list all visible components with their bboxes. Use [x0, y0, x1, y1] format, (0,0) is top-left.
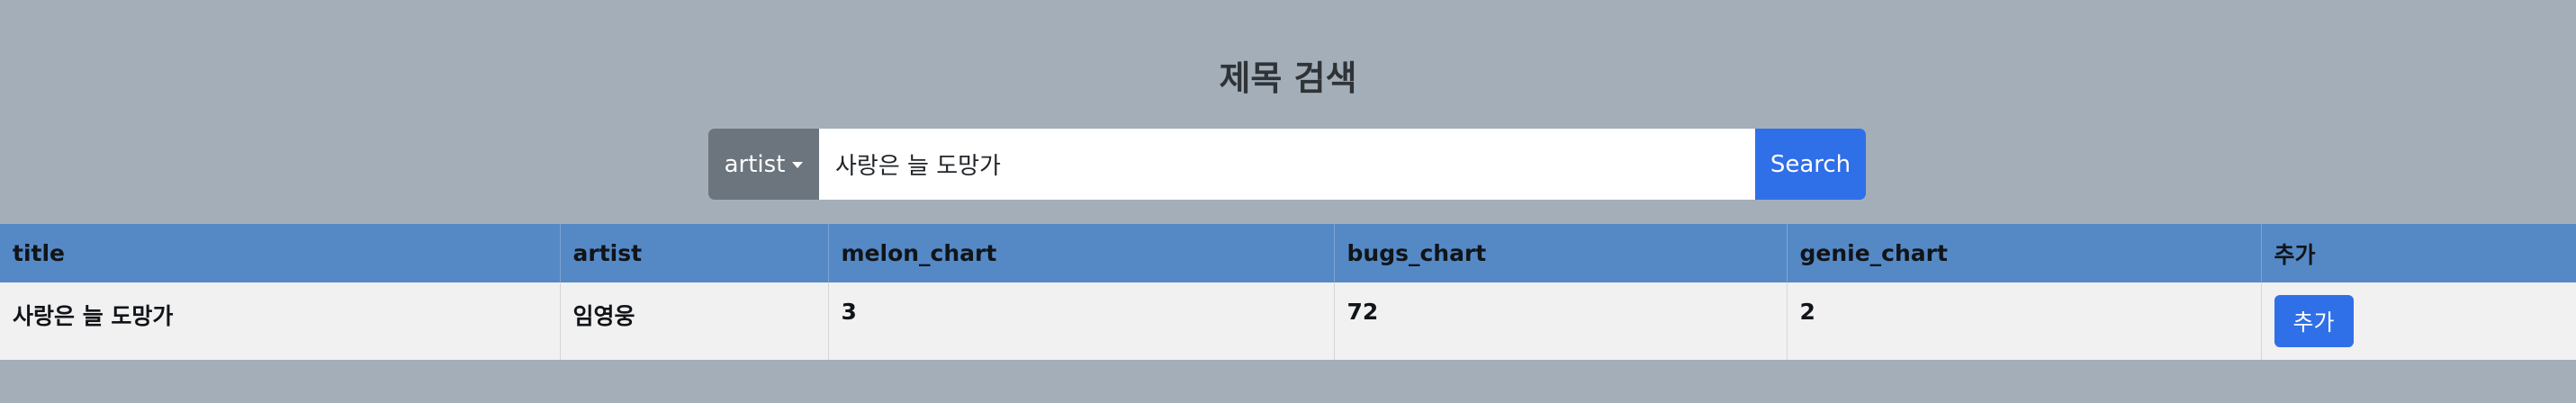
page-title: 제목 검색	[1219, 58, 1357, 98]
cell-title: 사랑은 늘 도망가	[13, 303, 174, 329]
chevron-down-icon	[792, 162, 804, 168]
search-field-dropdown[interactable]: artist	[708, 129, 819, 200]
table-row: 사랑은 늘 도망가 임영웅 3 72 2 추가	[0, 282, 2576, 360]
column-header-bugs-chart: bugs_chart	[1333, 224, 1787, 282]
cell-genie-chart: 2	[1786, 282, 2261, 360]
results-table: title artist melon_chart bugs_chart geni…	[0, 224, 2576, 360]
column-header-add: 추가	[2260, 224, 2576, 282]
add-button[interactable]: 추가	[2274, 295, 2354, 347]
search-button[interactable]: Search	[1755, 129, 1866, 200]
column-header-melon-chart: melon_chart	[827, 224, 1334, 282]
search-input[interactable]	[819, 129, 1755, 200]
search-field-dropdown-label: artist	[724, 150, 786, 178]
cell-melon-chart: 3	[827, 282, 1334, 360]
cell-add: 추가	[2260, 282, 2576, 360]
column-header-artist: artist	[559, 224, 828, 282]
column-header-genie-chart: genie_chart	[1786, 224, 2261, 282]
table-header-row: title artist melon_chart bugs_chart geni…	[0, 224, 2576, 282]
cell-bugs-chart: 72	[1333, 282, 1787, 360]
column-header-title: title	[13, 240, 65, 266]
cell-artist: 임영웅	[559, 282, 828, 360]
search-bar: artist Search	[708, 129, 1866, 200]
